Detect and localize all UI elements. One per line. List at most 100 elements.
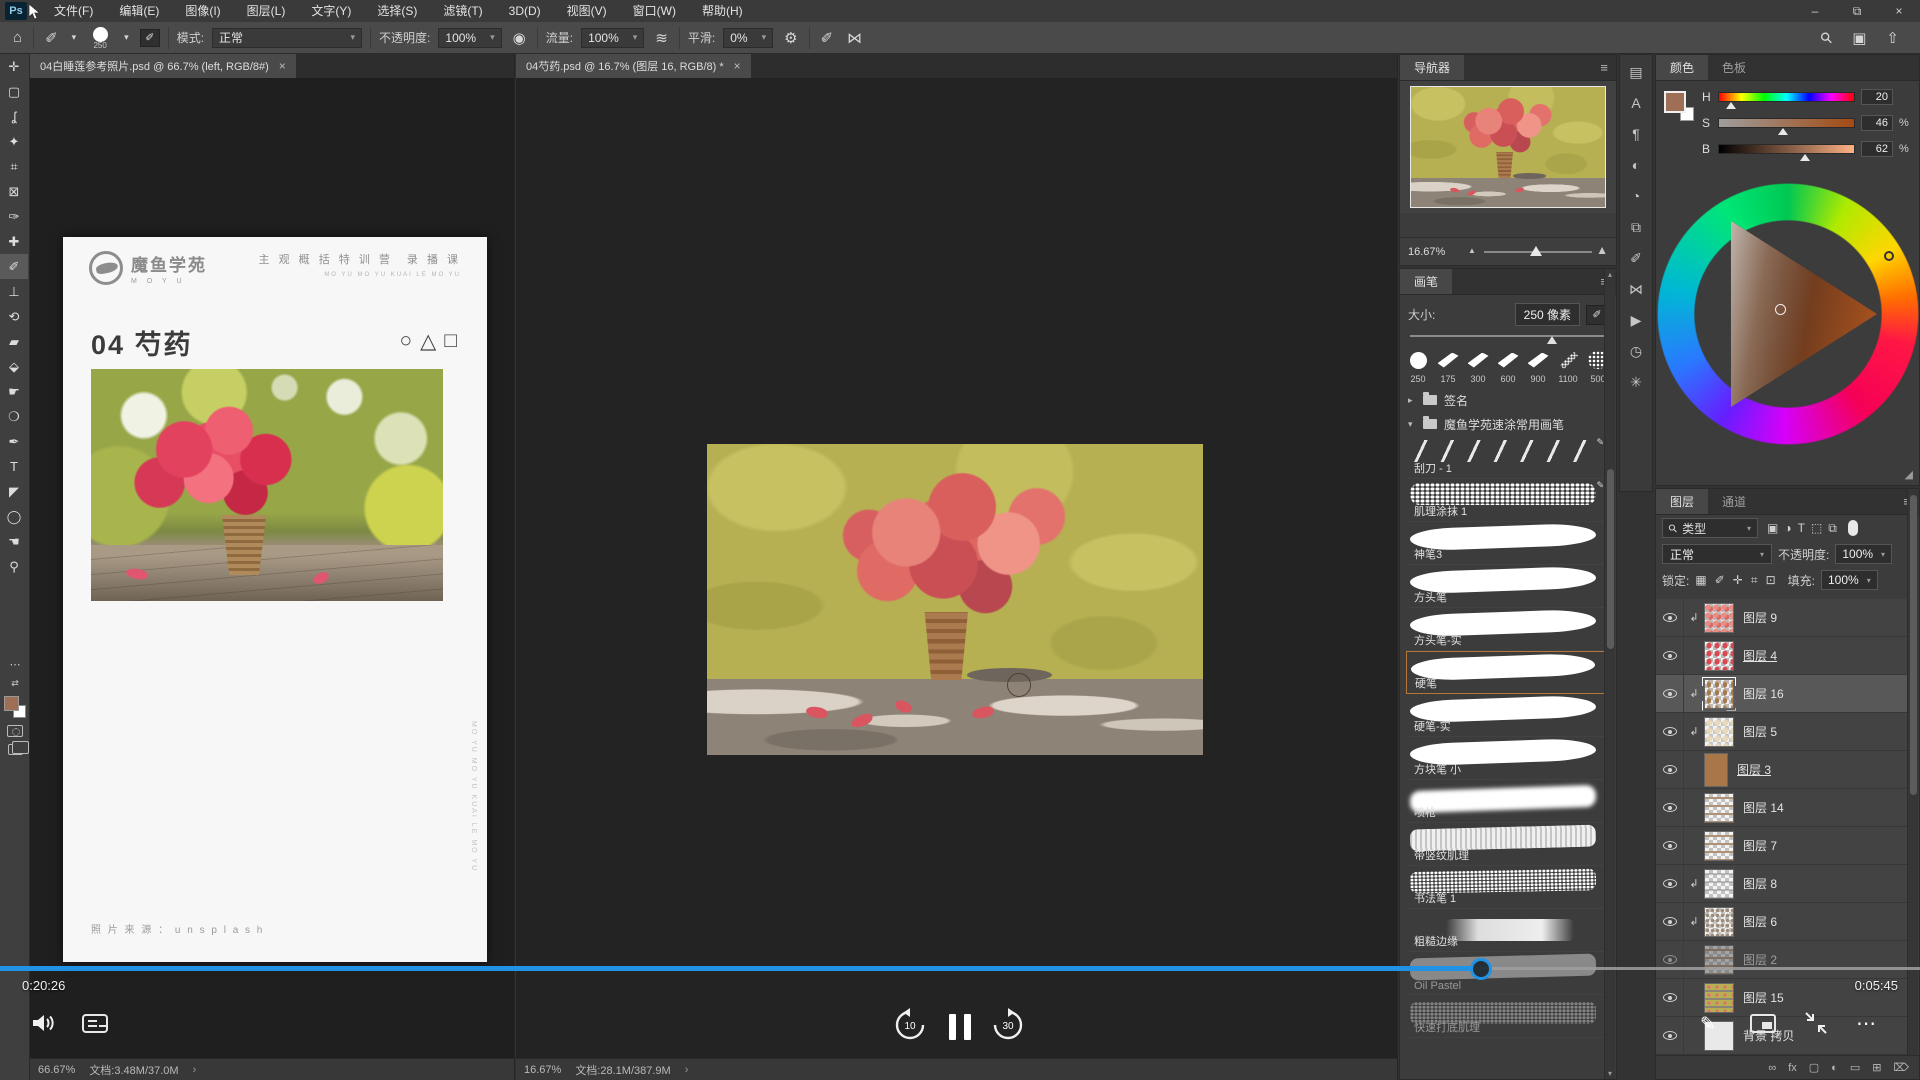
layer-row[interactable]: ↲ 图层 4 [1656,637,1907,675]
character-panel-icon[interactable]: A [1631,96,1640,110]
subtitle-button[interactable] [82,1014,108,1033]
properties-panel-icon[interactable]: ◔ [1632,189,1640,203]
status-chevron-icon[interactable]: › [193,1064,197,1076]
volume-button[interactable] [30,1011,58,1035]
layer-row[interactable]: ↲ 图层 6 [1656,903,1907,941]
menu-item[interactable]: 帮助(H) [689,0,756,22]
new-layer-icon[interactable]: ⊞ [1872,1061,1881,1074]
layer-name[interactable]: 图层 9 [1743,609,1777,626]
add-mask-icon[interactable]: ▢ [1809,1061,1819,1074]
gradient-tool[interactable]: ⬙ [0,354,28,379]
visibility-toggle[interactable] [1656,675,1684,712]
path-select-tool[interactable]: ◤ [0,479,28,504]
lock-pixels-icon[interactable]: ✐ [1715,573,1725,588]
delete-layer-icon[interactable]: ⌦ [1893,1061,1909,1074]
filter-shape-layers-icon[interactable]: ⬚ [1808,521,1825,535]
foreground-color-mini-swatch[interactable] [1664,91,1686,113]
painting-canvas[interactable] [707,444,1203,755]
brush-size-input[interactable]: 250 像素 [1515,303,1580,326]
home-icon[interactable]: ⌂ [10,29,25,46]
symmetry-butterfly-icon[interactable]: ⋈ [844,29,865,47]
lock-all-icon[interactable]: ⊡ [1766,573,1776,588]
share-icon[interactable]: ⇧ [1883,29,1902,47]
zoom-level-field[interactable]: 66.67% [38,1064,75,1076]
restore-button[interactable]: ⧉ [1836,0,1878,22]
filter-smart-objects-icon[interactable]: ⧉ [1825,521,1840,535]
visibility-toggle[interactable] [1656,903,1684,940]
visibility-toggle[interactable] [1656,599,1684,636]
layer-thumbnail[interactable] [1704,641,1734,671]
layer-thumbnail[interactable] [1704,907,1734,937]
layer-opacity-select[interactable]: 100% ▾ [1835,544,1892,564]
lasso-tool[interactable]: ʆ [0,104,28,129]
pressure-opacity-icon[interactable]: ◉ [510,29,529,47]
flow-select[interactable]: 100%▾ [581,28,644,48]
brush-preset-item[interactable]: 喷枪 ✎ [1406,780,1606,823]
menu-item[interactable]: 窗口(W) [620,0,689,22]
frame-tool[interactable]: ⊠ [0,179,28,204]
visibility-toggle[interactable] [1656,941,1684,978]
brush-preset-item[interactable]: 硬笔-实 ✎ [1406,694,1606,737]
menu-item[interactable]: 文件(F) [41,0,106,22]
menu-item[interactable]: 图像(I) [172,0,233,22]
brush-preset-item[interactable]: 方头笔 ✎ [1406,565,1606,608]
lock-artboard-icon[interactable]: ⌗ [1751,573,1758,588]
layer-name[interactable]: 图层 15 [1743,989,1784,1006]
blend-mode-select[interactable]: 正常 ▾ [212,28,362,48]
lock-position-icon[interactable]: ✛ [1733,573,1743,588]
link-layers-icon[interactable]: ∞ [1768,1062,1776,1074]
saturation-slider[interactable] [1718,118,1855,128]
libraries-panel-icon[interactable]: ▤ [1629,65,1642,79]
visibility-toggle[interactable] [1656,713,1684,750]
picture-in-picture-button[interactable] [1750,1014,1776,1033]
visibility-toggle[interactable] [1656,827,1684,864]
lock-transparency-icon[interactable]: ▦ [1695,573,1706,588]
chevron-down-icon[interactable]: ▾ [69,32,80,43]
more-options-button[interactable]: ⋯ [1856,1011,1877,1036]
video-progress-bar[interactable] [0,966,1920,971]
brush-size-preset[interactable]: 175 [1434,348,1462,384]
layer-fill-select[interactable]: 100% ▾ [1821,570,1878,590]
menu-item[interactable]: 图层(L) [234,0,299,22]
hand-tool[interactable]: ☚ [0,529,28,554]
scroll-down-icon[interactable]: ▾ [1605,1069,1615,1078]
status-chevron-icon[interactable]: › [685,1064,689,1076]
eyedropper-tool[interactable]: ✑ [0,204,28,229]
panel-resize-icon[interactable]: ◢ [1905,468,1913,481]
workspace-icon[interactable]: ▣ [1849,29,1869,47]
tab-swatches[interactable]: 色板 [1708,55,1760,80]
hue-slider[interactable] [1718,92,1855,102]
toggle-brush-panel-button[interactable]: ✐ [140,29,160,47]
opacity-select[interactable]: 100%▾ [438,28,501,48]
layer-row[interactable]: ↲ 图层 5 [1656,713,1907,751]
actions-panel-icon[interactable]: ▶ [1631,313,1642,327]
saturation-value-field[interactable]: 46 [1861,115,1893,131]
color-swatch-pair[interactable] [1664,91,1694,121]
type-tool[interactable]: T [0,454,28,479]
brush-size-preset[interactable]: 900 [1524,348,1552,384]
brush-size-preset[interactable]: 250 [1404,348,1432,384]
brush-preset-item[interactable]: 神笔3 ✎ [1406,522,1606,565]
brushes-scrollbar[interactable]: ▴ ▾ [1604,269,1615,1079]
brush-settings-panel-icon[interactable]: ✐ [1630,251,1642,265]
document-tab-painting[interactable]: 04芍药.psd @ 16.7% (图层 16, RGB/8) * × [516,54,751,78]
rewind-10-button[interactable]: 10 [893,1008,927,1042]
brush-tool[interactable]: ✐ [0,254,28,279]
brush-size-slider[interactable] [1410,330,1606,344]
menu-item[interactable]: 滤镜(T) [430,0,495,22]
layer-row[interactable]: ↲ 图层 9 [1656,599,1907,637]
folder-chevron-icon[interactable]: ▸ [1408,395,1416,406]
smoothing-select[interactable]: 0%▾ [723,28,773,48]
airbrush-icon[interactable]: ≋ [652,29,671,47]
brush-size-preset[interactable]: 600 [1494,348,1522,384]
filter-toggle-pill[interactable] [1848,520,1858,536]
layer-blend-mode-select[interactable]: 正常 ▾ [1662,544,1772,564]
chevron-down-icon[interactable]: ▾ [121,32,132,43]
filter-adjustment-layers-icon[interactable]: ◑ [1781,521,1794,535]
layer-row[interactable]: ↲ 图层 8 [1656,865,1907,903]
brush-preset-item[interactable]: 方头笔-实 ✎ [1406,608,1606,651]
timeline-panel-icon[interactable]: ◷ [1630,344,1642,358]
eraser-tool[interactable]: ▰ [0,329,28,354]
visibility-toggle[interactable] [1656,865,1684,902]
layer-name[interactable]: 图层 4 [1743,647,1777,664]
